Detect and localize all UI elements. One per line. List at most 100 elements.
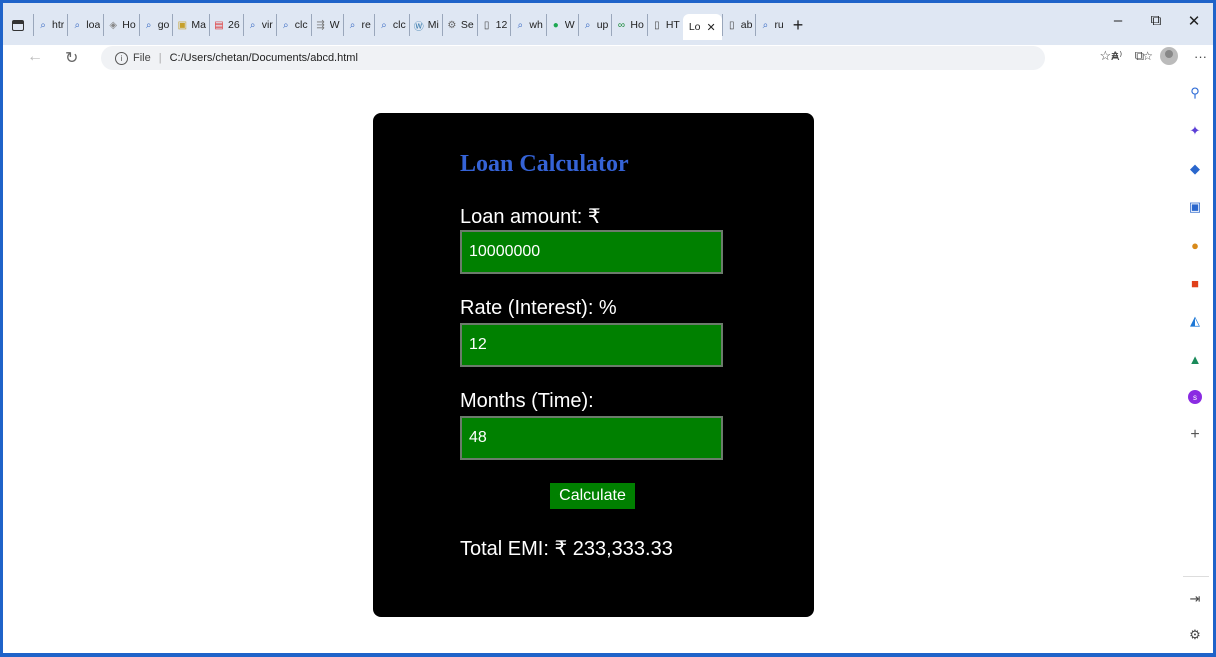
edge-sidebar: ⚲ ✦ ◆ ▣ ● ■ ◭ ▲ s + ⇥ ⚙ (1177, 71, 1213, 653)
close-window-button[interactable]: ✕ (1175, 12, 1213, 30)
address-bar[interactable]: i File | C:/Users/chetan/Documents/abcd.… (101, 46, 1045, 70)
tab-label: Se (460, 19, 474, 31)
months-input[interactable] (460, 416, 723, 460)
active-tab[interactable]: Lo ✕ (682, 14, 722, 40)
tab-label: htr (52, 19, 65, 31)
browser-tab[interactable]: ● W (545, 14, 578, 36)
tab-label: vir (261, 19, 273, 31)
browser-tab[interactable]: ▣ Ma (172, 14, 209, 36)
months-label: Months (Time): (460, 390, 594, 412)
search-icon: ⌕ (584, 19, 591, 31)
tab-label: clc (392, 19, 406, 31)
tab-label: W (329, 19, 340, 31)
calculate-button[interactable]: Calculate (550, 483, 635, 509)
browser-tab[interactable]: ▯ ab (721, 14, 756, 36)
rate-input[interactable] (460, 323, 723, 367)
tab-label: Lo (688, 21, 701, 33)
browser-tab[interactable]: ⌕ clc (275, 14, 311, 36)
tab-label: Ho (122, 19, 136, 31)
window-controls: – ⧉ ✕ (1099, 12, 1213, 30)
sidebar-divider (1183, 576, 1209, 577)
sidebar-settings-icon[interactable]: ⚙ (1187, 627, 1203, 643)
more-menu-icon[interactable]: ··· (1194, 49, 1207, 64)
browser-tab[interactable]: ⌕ htr (33, 14, 67, 36)
tab-row: ⌕ htr ⌕ loa ◈ Ho ⌕ go ▣ Ma ▤ 26 ⌕ vir ⌕ clc ⇶ W ⌕ re ⌕ clc Ⓦ Mi… (3, 12, 804, 40)
browser-tab[interactable]: ⌕ clc (373, 14, 409, 36)
address-scheme: File (133, 52, 151, 64)
search-icon: ⌕ (517, 19, 524, 31)
restore-button[interactable]: ⧉ (1137, 12, 1175, 30)
tab-label: ab (740, 19, 753, 31)
browser-tab[interactable]: ▯ HT (646, 14, 683, 36)
copilot-icon[interactable]: ✦ (1187, 123, 1203, 139)
browser-tab[interactable]: Ⓦ Mi (408, 14, 442, 36)
tab-label: loa (86, 19, 101, 31)
office-icon[interactable]: ■ (1187, 275, 1203, 291)
search-icon[interactable]: ⚲ (1187, 85, 1203, 101)
tab-actions-icon (12, 19, 24, 31)
hide-sidebar-icon[interactable]: ⇥ (1187, 591, 1203, 607)
favorites-icon[interactable]: ☆≡ (1099, 48, 1118, 64)
close-tab-icon[interactable]: ✕ (707, 21, 716, 34)
search-icon: ⌕ (40, 19, 46, 31)
loan-amount-input[interactable] (460, 230, 723, 274)
tab-label: W (564, 19, 575, 31)
link-icon: ∞ (617, 19, 625, 31)
outlook-icon[interactable]: ◭ (1187, 313, 1203, 329)
loan-calculator-card: Loan Calculator Loan amount: ₹ Rate (Int… (373, 113, 814, 617)
browser-tab[interactable]: ▤ 26 (209, 14, 243, 36)
address-separator: | (158, 52, 162, 64)
whatsapp-icon: ● (552, 19, 559, 31)
arrow-icon: ⇶ (316, 19, 325, 31)
search-icon: ⌕ (381, 19, 387, 31)
browser-tab[interactable]: ⌕ vir (242, 14, 276, 36)
pdf-icon: ▤ (214, 19, 224, 31)
tab-strip: ⌕ htr ⌕ loa ◈ Ho ⌕ go ▣ Ma ▤ 26 ⌕ vir ⌕ clc ⇶ W ⌕ re ⌕ clc Ⓦ Mi… (3, 3, 1213, 45)
image-icon: ▣ (177, 19, 188, 31)
address-url[interactable]: C:/Users/chetan/Documents/abcd.html (170, 52, 358, 64)
gear-icon: ⚙ (447, 19, 457, 31)
tab-label: HT (665, 19, 680, 31)
browser-tab[interactable]: ⇶ W (310, 14, 343, 36)
info-icon[interactable]: i (115, 51, 128, 65)
minimize-button[interactable]: – (1099, 12, 1137, 30)
doc-icon: ▯ (483, 19, 490, 31)
add-sidebar-icon[interactable]: + (1187, 426, 1203, 443)
profile-avatar[interactable] (1160, 47, 1178, 65)
tab-label: up (596, 19, 609, 31)
wordpress-icon: Ⓦ (413, 21, 424, 33)
browser-tab[interactable]: ⌕ re (342, 14, 374, 36)
browser-tab[interactable]: ⌕ wh (510, 14, 545, 36)
collections-icon[interactable]: ⧉ (1135, 48, 1144, 64)
browser-tab[interactable]: ▯ 12 (476, 14, 511, 36)
browser-tab[interactable]: ⌕ up (577, 14, 612, 36)
browser-tab[interactable]: ∞ Ho (611, 14, 646, 36)
back-arrow-icon[interactable]: ← (27, 48, 43, 66)
browser-tab[interactable]: ⌕ go (138, 14, 173, 36)
skype-icon[interactable]: s (1187, 389, 1203, 405)
doc-icon: ▯ (654, 19, 660, 31)
tab-label: wh (529, 19, 543, 31)
search-icon: ⌕ (145, 19, 152, 31)
browser-tab[interactable]: ◈ Ho (103, 14, 138, 36)
search-icon: ⌕ (762, 19, 769, 31)
browser-tab[interactable]: ⌕ ru (755, 14, 786, 36)
tree-icon[interactable]: ▲ (1187, 351, 1203, 367)
search-icon: ⌕ (282, 19, 289, 31)
globe-icon: ◈ (109, 19, 118, 31)
refresh-icon[interactable]: ↻ (65, 48, 78, 68)
shopping-tag-icon[interactable]: ◆ (1187, 161, 1203, 177)
tools-icon[interactable]: ▣ (1187, 199, 1203, 215)
page-content: Loan Calculator Loan amount: ₹ Rate (Int… (3, 71, 1177, 653)
browser-tab[interactable]: ⌕ loa (67, 14, 103, 36)
tab-label: go (157, 19, 170, 31)
search-icon: ⌕ (349, 19, 356, 31)
tab-actions-button[interactable] (3, 12, 33, 38)
tab-label: re (361, 19, 371, 31)
calculator-title: Loan Calculator (460, 151, 629, 177)
toolbar-right: ☆≡ ⧉ ··· (1099, 47, 1207, 65)
new-tab-icon[interactable]: + (793, 15, 804, 36)
browser-tab[interactable]: ⚙ Se (441, 14, 477, 36)
loan-amount-label: Loan amount: ₹ (460, 206, 601, 228)
games-icon[interactable]: ● (1187, 237, 1203, 253)
